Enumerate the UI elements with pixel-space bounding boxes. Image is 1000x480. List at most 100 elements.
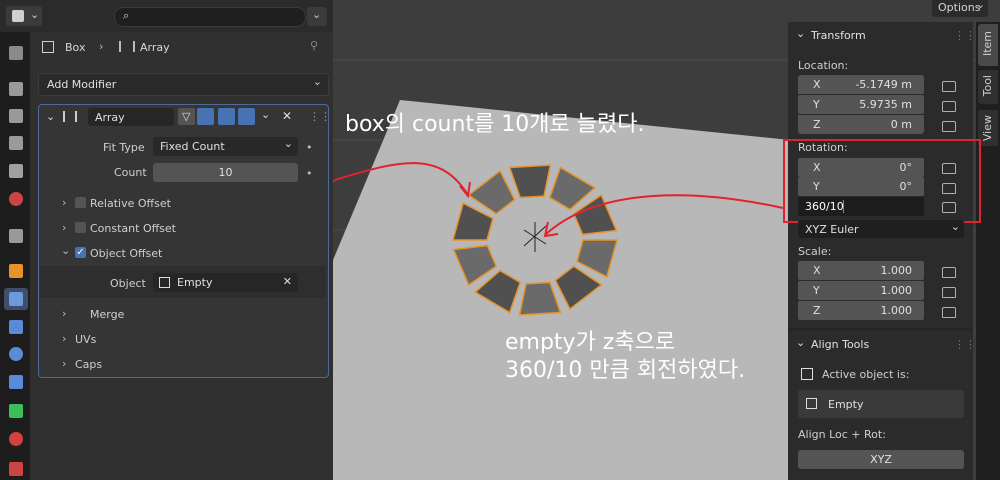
chevron-right-icon[interactable]: › xyxy=(62,221,66,234)
breadcrumb-object: Box xyxy=(65,41,86,54)
constant-offset-label[interactable]: Constant Offset xyxy=(90,222,176,235)
uvs-label[interactable]: UVs xyxy=(75,333,96,346)
lock-icon[interactable] xyxy=(942,121,956,132)
object-offset-checkbox[interactable]: ✓ xyxy=(75,247,86,258)
add-modifier-label: Add Modifier xyxy=(47,78,117,91)
lock-icon[interactable] xyxy=(942,183,956,194)
object-icon[interactable] xyxy=(9,264,23,278)
align-loc-rot-label: Align Loc + Rot: xyxy=(798,428,886,441)
location-z-field[interactable]: Z0 m xyxy=(798,115,924,134)
chevron-right-icon[interactable]: › xyxy=(62,332,66,345)
lock-icon[interactable] xyxy=(942,202,956,213)
active-object-box: Empty xyxy=(798,390,964,418)
modifier-wrench-icon[interactable] xyxy=(4,288,28,310)
scene-icon[interactable] xyxy=(9,164,23,178)
tab-tool[interactable]: Tool xyxy=(978,70,998,104)
chevron-down-icon[interactable]: ⌄ xyxy=(796,27,805,40)
modifier-name-input[interactable]: Array xyxy=(88,108,174,126)
relative-offset-label[interactable]: Relative Offset xyxy=(90,197,171,210)
rotation-y-field[interactable]: Y 0° xyxy=(798,177,924,196)
rotation-mode-dropdown[interactable]: XYZ Euler ⌄ xyxy=(798,220,964,238)
lock-icon[interactable] xyxy=(942,163,956,174)
tool-settings-icon[interactable] xyxy=(9,46,23,60)
chevron-down-icon: ⌄ xyxy=(283,137,293,150)
clear-icon[interactable]: ✕ xyxy=(283,275,292,288)
physics-icon[interactable] xyxy=(9,347,23,361)
rotation-z-text: 360/10 xyxy=(805,200,844,213)
chevron-down-icon[interactable]: ⌄ xyxy=(796,336,805,349)
chevron-right-icon[interactable]: › xyxy=(62,196,66,209)
breadcrumb-modifier: Array xyxy=(140,41,170,54)
offset-object-field[interactable]: Empty ✕ xyxy=(153,273,298,292)
empty-object-icon xyxy=(806,398,817,409)
add-modifier-dropdown[interactable]: Add Modifier ⌄ xyxy=(38,73,329,96)
render-icon[interactable] xyxy=(9,82,23,96)
chevron-right-icon: › xyxy=(99,40,104,53)
chevron-right-icon[interactable]: › xyxy=(62,357,66,370)
lock-icon[interactable] xyxy=(942,307,956,318)
constraints-icon[interactable] xyxy=(9,375,23,389)
chevron-right-icon[interactable]: › xyxy=(62,307,66,320)
tab-item[interactable]: Item xyxy=(978,24,998,66)
animate-dot-icon[interactable]: • xyxy=(306,141,313,154)
merge-label[interactable]: Merge xyxy=(90,308,124,321)
chevron-down-icon[interactable]: ⌄ xyxy=(261,108,270,121)
close-icon[interactable]: ✕ xyxy=(282,109,292,123)
align-tools-title[interactable]: Align Tools xyxy=(811,338,869,351)
array-modifier-icon xyxy=(119,41,135,52)
object-offset-label[interactable]: Object Offset xyxy=(90,247,162,260)
annotation-bottom-line1: empty가 z축으로 xyxy=(505,330,676,355)
array-modifier-icon xyxy=(63,111,77,122)
collection-icon[interactable] xyxy=(9,229,23,243)
on-cage-toggle-icon[interactable]: ▽ xyxy=(178,108,195,125)
data-icon[interactable] xyxy=(9,404,23,418)
object-square-icon xyxy=(801,368,813,380)
collapse-chevron-icon[interactable]: ⌄ xyxy=(46,110,55,123)
animate-dot-icon[interactable]: • xyxy=(306,167,313,180)
lock-icon[interactable] xyxy=(942,287,956,298)
align-xyz-button[interactable]: XYZ xyxy=(798,450,964,469)
realtime-display-toggle-icon[interactable] xyxy=(218,108,235,125)
offset-object-value: Empty xyxy=(177,276,213,289)
lock-icon[interactable] xyxy=(942,267,956,278)
texture-icon[interactable] xyxy=(9,462,23,476)
transform-panel-title[interactable]: Transform xyxy=(811,29,866,42)
annotation-bottom-line2: 360/10 만큼 회전하였다. xyxy=(505,358,746,383)
relative-offset-checkbox[interactable] xyxy=(75,197,86,208)
tab-view[interactable]: View xyxy=(978,110,998,146)
scale-label: Scale: xyxy=(798,245,832,258)
options-button[interactable]: Options ⌄ xyxy=(932,0,988,17)
align-xyz-label: XYZ xyxy=(870,453,892,466)
output-icon[interactable] xyxy=(9,109,23,123)
editor-type-dropdown[interactable]: ⌄ xyxy=(6,6,42,26)
chevron-down-icon[interactable]: ⌄ xyxy=(61,244,70,257)
caps-label[interactable]: Caps xyxy=(75,358,102,371)
render-camera-toggle-icon[interactable] xyxy=(238,108,255,125)
scale-z-field[interactable]: Z 1.000 xyxy=(798,301,924,320)
scale-y-field[interactable]: Y 1.000 xyxy=(798,281,924,300)
rotation-x-field[interactable]: X 0° xyxy=(798,158,924,177)
drag-handle-icon[interactable]: ⋮⋮ xyxy=(954,338,976,351)
fit-type-value: Fixed Count xyxy=(160,140,225,153)
location-y-field[interactable]: Y 5.9735 m xyxy=(798,95,924,114)
particles-icon[interactable] xyxy=(9,320,23,334)
drag-handle-icon[interactable]: ⋮⋮ xyxy=(309,110,331,123)
edit-mode-toggle-icon[interactable] xyxy=(197,108,214,125)
constant-offset-checkbox[interactable] xyxy=(75,222,86,233)
fit-type-dropdown[interactable]: Fixed Count ⌄ xyxy=(153,137,298,156)
world-icon[interactable] xyxy=(9,192,23,206)
properties-options-dropdown[interactable]: ⌄ xyxy=(307,7,327,26)
material-icon[interactable] xyxy=(9,432,23,446)
chevron-down-icon: ⌄ xyxy=(30,8,40,21)
view-layer-icon[interactable] xyxy=(9,136,23,150)
rotation-z-input[interactable]: 360/10 xyxy=(798,197,924,216)
lock-icon[interactable] xyxy=(942,81,956,92)
properties-search-input[interactable]: ⌕ xyxy=(114,7,306,27)
scale-x-field[interactable]: X 1.000 xyxy=(798,261,924,280)
pin-icon[interactable]: ⚲ xyxy=(310,39,318,52)
lock-icon[interactable] xyxy=(942,101,956,112)
drag-handle-icon[interactable]: ⋮⋮ xyxy=(954,29,976,42)
count-field[interactable]: 10 xyxy=(153,163,298,182)
search-icon: ⌕ xyxy=(123,9,130,22)
location-x-field[interactable]: X -5.1749 m xyxy=(798,75,924,94)
